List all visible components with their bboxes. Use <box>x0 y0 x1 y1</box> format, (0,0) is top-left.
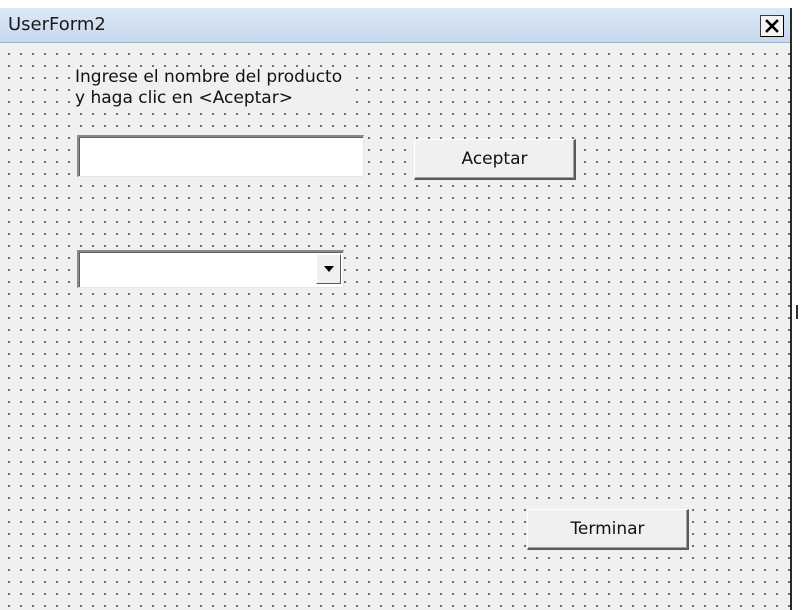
form-design-canvas: Ingrese el nombre del producto y haga cl… <box>0 43 790 610</box>
accept-button[interactable]: Aceptar <box>414 139 576 180</box>
instruction-label-line2: y haga clic en <Aceptar> <box>75 88 293 108</box>
dropdown-arrow-icon <box>323 266 334 272</box>
instruction-label: Ingrese el nombre del producto y haga cl… <box>75 67 347 109</box>
close-icon <box>765 19 779 33</box>
product-combobox[interactable] <box>77 250 344 288</box>
close-button[interactable] <box>760 15 784 37</box>
window-edge-marker <box>796 305 801 319</box>
combobox-dropdown-button[interactable] <box>316 254 341 284</box>
product-name-textbox[interactable] <box>77 135 364 177</box>
finish-button[interactable]: Terminar <box>527 509 689 550</box>
userform-window: UserForm2 Ingrese el nombre del producto… <box>0 8 792 610</box>
title-bar[interactable]: UserForm2 <box>0 8 790 43</box>
instruction-label-line1: Ingrese el nombre del producto <box>75 67 343 87</box>
window-title: UserForm2 <box>8 14 106 35</box>
